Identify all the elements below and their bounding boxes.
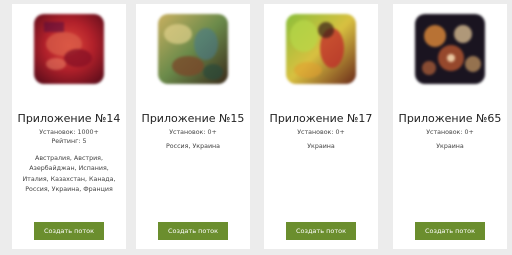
app-thumbnail-image: [286, 14, 356, 84]
app-card: Приложение №17 Установок: 0+ Украина Соз…: [264, 4, 378, 249]
app-meta: Установок: 0+: [264, 129, 378, 138]
app-thumbnail-image: [34, 14, 104, 84]
app-card: Приложение №65 Установок: 0+ Украина Соз…: [393, 4, 507, 249]
app-title: Приложение №65: [398, 112, 502, 125]
app-thumbnail-image: [415, 14, 485, 84]
app-meta: Установок: 1000+ Рейтинг: 5: [12, 129, 126, 146]
app-installs: Установок: 0+: [426, 129, 474, 136]
create-stream-button[interactable]: Создать поток: [34, 222, 104, 240]
app-card: Приложение №15 Установок: 0+ Россия, Укр…: [136, 4, 250, 249]
app-meta: Установок: 0+: [136, 129, 250, 138]
create-stream-button[interactable]: Создать поток: [158, 222, 228, 240]
create-stream-button[interactable]: Создать поток: [415, 222, 485, 240]
app-installs: Установок: 1000+: [39, 129, 99, 136]
app-meta: Установок: 0+: [393, 129, 507, 138]
app-countries: Россия, Украина: [165, 143, 221, 150]
app-title: Приложение №17: [269, 112, 373, 125]
app-title: Приложение №14: [17, 112, 121, 125]
app-rating: Рейтинг: 5: [51, 137, 87, 145]
app-countries: Украина: [307, 143, 335, 150]
app-installs: Установок: 0+: [297, 129, 345, 136]
app-thumbnail-image: [158, 14, 228, 84]
app-title: Приложение №15: [141, 112, 245, 125]
app-card: Приложение №14 Установок: 1000+ Рейтинг:…: [12, 4, 126, 249]
create-stream-button[interactable]: Создать поток: [286, 222, 356, 240]
app-countries: Украина: [436, 143, 464, 150]
app-countries: Австралия, Австрия, Азербайджан, Испания…: [22, 155, 116, 194]
app-installs: Установок: 0+: [169, 129, 217, 136]
app-card-grid: Приложение №14 Установок: 1000+ Рейтинг:…: [0, 0, 512, 255]
